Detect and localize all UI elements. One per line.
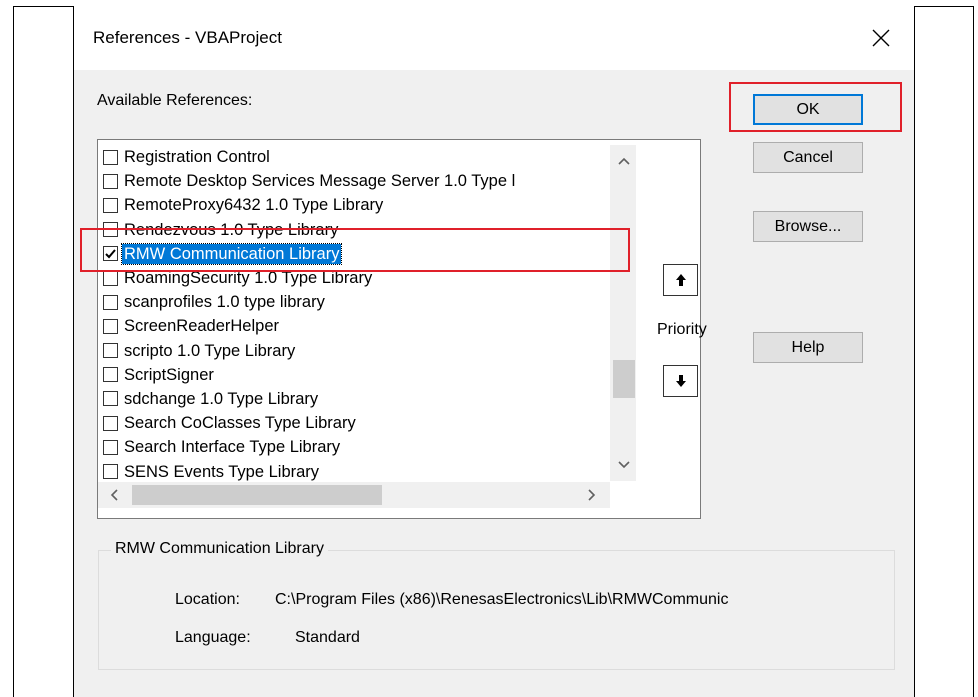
reference-name: SENS Events Type Library — [124, 462, 320, 481]
list-item[interactable]: scanprofiles 1.0 type library — [98, 290, 609, 314]
arrow-down-icon — [675, 375, 686, 387]
reference-name: RemoteProxy6432 1.0 Type Library — [124, 196, 384, 215]
reference-checkbox[interactable] — [103, 415, 118, 431]
scroll-left-button[interactable] — [104, 485, 124, 505]
reference-checkbox[interactable] — [103, 343, 118, 359]
reference-name: sdchange 1.0 Type Library — [124, 389, 319, 408]
reference-checkbox[interactable] — [103, 391, 118, 407]
reference-name: RMW Communication Library — [120, 242, 343, 265]
title-bar: References - VBAProject — [74, 6, 914, 70]
references-dialog: References - VBAProject Available Refere… — [73, 6, 915, 697]
vertical-scrollbar[interactable] — [610, 145, 636, 481]
reference-name: ScriptSigner — [124, 365, 214, 384]
reference-name: ScreenReaderHelper — [124, 317, 280, 336]
priority-down-button[interactable] — [663, 365, 698, 397]
vertical-scroll-thumb[interactable] — [613, 360, 635, 398]
list-item[interactable]: Registration Control — [98, 145, 609, 169]
checkmark-icon — [105, 249, 116, 259]
list-item[interactable]: Search CoClasses Type Library — [98, 411, 609, 435]
close-button[interactable] — [861, 18, 901, 58]
arrow-up-icon — [675, 274, 686, 286]
browse-button[interactable]: Browse... — [753, 211, 863, 242]
language-label: Language: — [175, 629, 251, 646]
references-listbox[interactable]: Registration Control Remote Desktop Servi… — [97, 139, 701, 519]
scroll-up-button[interactable] — [614, 151, 634, 171]
horizontal-scroll-thumb[interactable] — [132, 485, 382, 505]
list-item[interactable]: Search Interface Type Library — [98, 435, 609, 459]
list-item[interactable]: ScriptSigner — [98, 363, 609, 387]
list-item[interactable]: RemoteProxy6432 1.0 Type Library — [98, 193, 609, 217]
list-item[interactable]: Remote Desktop Services Message Server 1… — [98, 169, 609, 193]
reference-name: Rendezvous 1.0 Type Library — [124, 220, 339, 239]
reference-checkbox[interactable] — [103, 246, 118, 262]
list-item[interactable]: RMW Communication Library — [98, 242, 609, 266]
chevron-up-icon — [618, 157, 630, 165]
horizontal-scrollbar[interactable] — [98, 482, 610, 508]
cancel-button[interactable]: Cancel — [753, 142, 863, 173]
reference-checkbox[interactable] — [103, 294, 118, 310]
list-item[interactable]: RoamingSecurity 1.0 Type Library — [98, 266, 609, 290]
list-item[interactable]: SENS Events Type Library — [98, 459, 609, 483]
priority-up-button[interactable] — [663, 264, 698, 296]
reference-name: scripto 1.0 Type Library — [124, 341, 296, 360]
dialog-title: References - VBAProject — [93, 28, 282, 47]
list-item[interactable]: scripto 1.0 Type Library — [98, 339, 609, 363]
list-item[interactable]: Rendezvous 1.0 Type Library — [98, 218, 609, 242]
references-list: Registration Control Remote Desktop Servi… — [98, 145, 609, 484]
chevron-down-icon — [618, 461, 630, 469]
chevron-left-icon — [110, 489, 118, 501]
reference-name: Search Interface Type Library — [124, 438, 341, 457]
reference-checkbox[interactable] — [103, 464, 118, 480]
list-item[interactable]: sdchange 1.0 Type Library — [98, 387, 609, 411]
reference-name: RoamingSecurity 1.0 Type Library — [124, 269, 373, 288]
reference-name: Registration Control — [124, 148, 270, 167]
reference-name: Search CoClasses Type Library — [124, 414, 356, 433]
reference-checkbox[interactable] — [103, 149, 118, 165]
reference-checkbox[interactable] — [103, 439, 118, 455]
reference-checkbox[interactable] — [103, 197, 118, 213]
scroll-down-button[interactable] — [614, 455, 634, 475]
details-group-title: RMW Communication Library — [111, 540, 328, 558]
reference-checkbox[interactable] — [103, 222, 118, 238]
scroll-right-button[interactable] — [582, 485, 602, 505]
location-value: C:\Program Files (x86)\RenesasElectronic… — [275, 591, 729, 608]
reference-checkbox[interactable] — [103, 318, 118, 334]
ok-button[interactable]: OK — [753, 94, 863, 125]
reference-checkbox[interactable] — [103, 270, 118, 286]
available-references-label: Available References: — [97, 92, 253, 109]
reference-details-group: RMW Communication Library Location: C:\P… — [98, 540, 895, 670]
close-icon — [872, 29, 890, 47]
reference-name: scanprofiles 1.0 type library — [124, 293, 325, 312]
chevron-right-icon — [588, 489, 596, 501]
reference-name: Remote Desktop Services Message Server 1… — [124, 172, 516, 191]
reference-checkbox[interactable] — [103, 173, 118, 189]
priority-label: Priority — [657, 321, 707, 338]
reference-checkbox[interactable] — [103, 367, 118, 383]
help-button[interactable]: Help — [753, 332, 863, 363]
language-value: Standard — [295, 629, 360, 646]
location-label: Location: — [175, 591, 240, 608]
list-item[interactable]: ScreenReaderHelper — [98, 314, 609, 338]
